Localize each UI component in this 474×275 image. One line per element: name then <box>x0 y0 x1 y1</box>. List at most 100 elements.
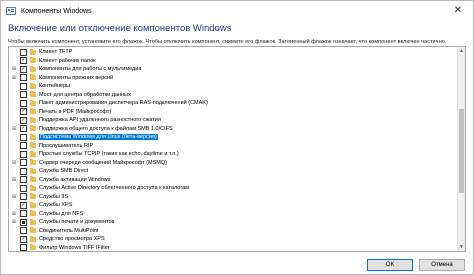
tree-item[interactable]: ✓ Клиент рабочих папок <box>9 57 96 65</box>
tree-item[interactable]: ⊞ Компоненты прежних версий <box>9 74 113 82</box>
tree-item-label: Прослушиватель RIP <box>39 142 94 149</box>
instruction-text: Чтобы включить компонент, установите его… <box>8 39 447 45</box>
feature-checkbox[interactable]: ✓ <box>20 57 27 65</box>
feature-checkbox[interactable] <box>20 74 27 82</box>
tree-item[interactable]: ✓ Поддержка API удаленного разностного сж… <box>9 116 161 124</box>
cancel-button[interactable]: Отмена <box>419 259 465 271</box>
feature-checkbox[interactable] <box>20 244 27 251</box>
folder-icon <box>30 82 36 89</box>
tree-item[interactable]: ✓ Средство просмотра XPS <box>9 235 105 243</box>
scroll-down-arrow-icon[interactable]: ▼ <box>458 243 465 251</box>
tree-item-label: Службы Active Directory облегченного дос… <box>39 185 190 192</box>
feature-checkbox[interactable] <box>20 210 27 218</box>
features-tree[interactable]: ▲ ▼ Клиент TFTP ✓ Клиент рабочих папок ⊞ ✓ Ко… <box>8 46 466 252</box>
expand-plus-icon[interactable]: ⊞ <box>11 218 17 226</box>
close-icon[interactable]: ✕ <box>451 4 465 18</box>
feature-checkbox[interactable]: ✓ <box>20 65 27 73</box>
folder-icon <box>30 48 36 55</box>
tree-item[interactable]: ✓ Службы XPS <box>9 201 72 209</box>
feature-checkbox[interactable]: ✓ <box>20 108 27 116</box>
feature-checkbox[interactable] <box>20 184 27 192</box>
feature-checkbox[interactable]: ✓ <box>20 116 27 124</box>
folder-icon <box>30 159 36 166</box>
feature-checkbox[interactable] <box>20 159 27 167</box>
folder-icon <box>30 218 36 225</box>
tree-item-label: Службы XPS <box>39 202 73 209</box>
folder-icon <box>30 244 36 251</box>
feature-checkbox[interactable] <box>20 167 27 175</box>
tree-item[interactable]: Подсистема Windows для Linux (бета-верси… <box>9 133 158 141</box>
tree-item-label: Печать в PDF (Майкрософт) <box>39 108 112 115</box>
feature-checkbox[interactable] <box>20 218 27 226</box>
folder-icon <box>30 184 36 191</box>
folder-icon <box>30 150 36 157</box>
tree-item[interactable]: ✓ Печать в PDF (Майкрософт) <box>9 108 111 116</box>
tree-item-label: Службы IIS <box>39 193 69 200</box>
expand-plus-icon[interactable]: ⊞ <box>11 210 17 218</box>
tree-item[interactable]: Контейнеры <box>9 82 70 90</box>
checkmark-icon: ✓ <box>21 201 26 208</box>
tree-item-label: Средство просмотра XPS <box>39 236 105 243</box>
folder-icon <box>30 116 36 123</box>
tree-item[interactable]: ⊞ Службы печати и документов <box>9 218 114 226</box>
tree-item[interactable]: Службы Active Directory облегченного дос… <box>9 184 189 192</box>
feature-checkbox[interactable]: ✓ <box>20 125 27 133</box>
tree-item-label: Службы для NFS <box>39 210 84 217</box>
tree-item[interactable]: ⊞ Служба активации Windows <box>9 176 111 184</box>
feature-checkbox[interactable] <box>20 82 27 90</box>
expand-plus-icon[interactable]: ⊞ <box>11 176 17 184</box>
tree-item[interactable]: Мост для центра обработки данных <box>9 91 131 99</box>
folder-icon <box>30 133 36 140</box>
feature-checkbox[interactable] <box>20 176 27 184</box>
tree-item[interactable]: Служба SMB Direct <box>9 167 88 175</box>
expand-plus-icon[interactable]: ⊞ <box>11 193 17 201</box>
expand-plus-icon[interactable]: ⊞ <box>11 159 17 167</box>
tree-item-label: Служба активации Windows <box>39 176 111 183</box>
scroll-thumb[interactable] <box>459 109 464 193</box>
window-title: Компоненты Windows <box>21 7 92 15</box>
ok-button[interactable]: ОК <box>367 259 413 271</box>
scroll-up-arrow-icon[interactable]: ▲ <box>458 47 465 55</box>
expand-plus-icon[interactable]: ⊞ <box>11 65 17 73</box>
dialog-footer: ОК Отмена <box>1 253 473 275</box>
folder-icon <box>30 235 36 242</box>
tree-item[interactable]: Прослушиватель RIP <box>9 142 93 150</box>
checkmark-icon: ✓ <box>21 65 26 72</box>
tree-item[interactable]: ⊞ ✓ Компоненты для работы с мультимедиа <box>9 65 141 73</box>
tree-item[interactable]: Фильтр Windows TIFF IFilter <box>9 244 110 251</box>
feature-checkbox[interactable] <box>20 133 27 141</box>
tree-item[interactable]: ⊞ Службы IIS <box>9 193 68 201</box>
feature-checkbox[interactable] <box>20 99 27 107</box>
feature-checkbox[interactable] <box>20 48 27 56</box>
feature-checkbox[interactable]: ✓ <box>20 235 27 243</box>
page-title: Включение или отключение компонентов Win… <box>8 23 232 34</box>
tree-item-label: Мост для центра обработки данных <box>39 91 131 98</box>
title-bar[interactable]: Компоненты Windows ✕ <box>1 1 473 21</box>
tree-item[interactable]: ⊞ Сервер очереди сообщений Майкрософт (MS… <box>9 159 167 167</box>
vertical-scrollbar[interactable]: ▲ ▼ <box>457 47 465 251</box>
feature-checkbox[interactable] <box>20 193 27 201</box>
feature-checkbox[interactable] <box>20 150 27 158</box>
tree-item[interactable]: ⊞ Службы для NFS <box>9 210 83 218</box>
tree-item[interactable]: ⊞ ✓ Поддержка общего доступа к файлам SMB … <box>9 125 173 133</box>
tree-item[interactable]: Простые службы TCPIP (такие как echo, da… <box>9 150 179 158</box>
tree-item[interactable]: Пакет администрирования диспетчера RAS-п… <box>9 99 208 107</box>
expand-plus-icon[interactable]: ⊞ <box>11 125 17 133</box>
tree-item[interactable]: Соединитель MultiPoint <box>9 227 98 235</box>
tree-item[interactable]: Клиент TFTP <box>9 48 72 56</box>
feature-checkbox[interactable] <box>20 91 27 99</box>
expand-plus-icon[interactable]: ⊞ <box>11 74 17 82</box>
feature-checkbox[interactable]: ✓ <box>20 201 27 209</box>
feature-checkbox[interactable] <box>20 227 27 235</box>
feature-checkbox[interactable] <box>20 142 27 150</box>
